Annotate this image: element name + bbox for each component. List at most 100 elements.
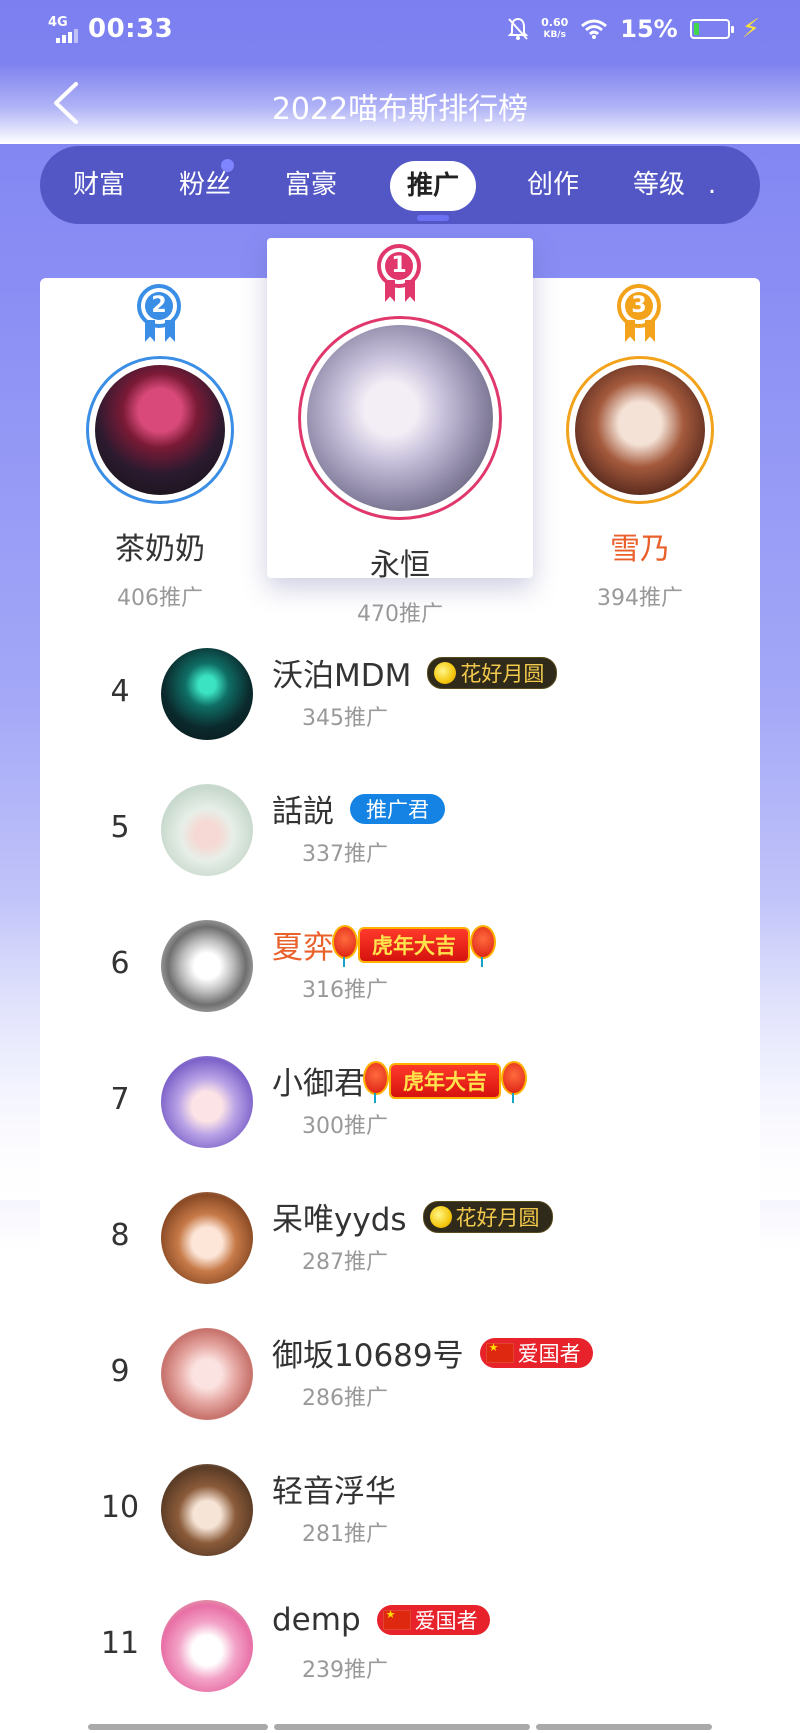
user-name[interactable]: 話説 推广君 [272,786,445,831]
user-score: 316推广 [302,978,388,1003]
rank-2-medal-icon: 2 [137,284,183,342]
podium-1-score: 470推广 [357,602,443,627]
list-item[interactable]: 6 夏弈 虎年大吉 316推广 [0,908,800,1044]
list-item[interactable]: 9 御坂10689号 爱国者 286推广 [0,1316,800,1452]
user-name-text: 小御君 [272,1066,365,1102]
user-name-text: 轻音浮华 [272,1474,396,1510]
network-speed: 0.60 KB/s [541,16,569,41]
rank-number: 11 [100,1626,140,1661]
app-header: 2022喵布斯排行榜 [0,62,800,144]
tab-wealth[interactable]: 财富 [54,146,144,224]
rank-number: 10 [100,1490,140,1525]
network-type: 4G [48,15,68,30]
user-name[interactable]: 夏弈 虎年大吉 [272,922,496,967]
list-item[interactable]: 7 小御君 虎年大吉 300推广 [0,1044,800,1180]
battery-fill [693,23,699,35]
scrollbar-segment [536,1724,712,1730]
tab-level[interactable]: 等级 [614,146,704,224]
tab-promotion[interactable]: 推广 [390,161,476,221]
badge-text: 花好月圆 [460,661,545,686]
tab-fans[interactable]: 粉丝 [160,146,250,224]
rank-number: 4 [110,674,130,709]
badge-text: 虎年大吉 [403,1069,487,1094]
user-name[interactable]: demp 爱国者 [272,1602,490,1638]
wifi-icon [581,19,608,39]
rank-number: 8 [110,1218,130,1253]
lightning-icon: ⚡ [741,14,760,44]
user-name[interactable]: 小御君 虎年大吉 [272,1058,527,1103]
lantern-icon [501,1060,527,1103]
badge-text: 爱国者 [414,1609,478,1633]
rank-number: 5 [110,810,130,845]
scrollbar[interactable] [88,1724,712,1730]
avatar[interactable] [161,1192,253,1284]
tab-creation[interactable]: 创作 [508,146,598,224]
battery-percent: 15% [620,15,678,43]
lantern-icon [332,924,358,967]
rank-number: 6 [110,946,130,981]
podium-2-score: 406推广 [117,586,203,611]
list-item[interactable]: 4 沃泊MDM 花好月圆 345推广 [0,636,800,772]
status-bar: 4G 00:33 0.60 KB/s 15% ⚡ [0,0,800,62]
badge-text: 虎年大吉 [372,933,456,958]
podium-1-name[interactable]: 永恒 [300,540,500,584]
rank-3-medal-icon: 3 [617,284,663,342]
avatar[interactable] [161,1056,253,1148]
user-badge: 推广君 [350,793,445,824]
user-badge: 爱国者 [479,1337,593,1368]
user-score: 239推广 [302,1658,388,1683]
user-badge: 虎年大吉 [332,924,496,967]
avatar[interactable] [161,920,253,1012]
tab-rich[interactable]: 富豪 [266,146,356,224]
badge-text: 爱国者 [517,1341,581,1366]
tab-more[interactable]: . [692,146,732,224]
coin-icon [434,661,457,684]
notification-dot [221,159,234,172]
podium-2-avatar[interactable] [86,356,234,504]
avatar[interactable] [161,784,253,876]
podium-2-name[interactable]: 茶奶奶 [80,524,240,568]
avatar[interactable] [161,1600,253,1692]
battery-icon [689,19,734,39]
podium-3-name[interactable]: 雪乃 [560,524,720,568]
lantern-icon [470,924,496,967]
user-score: 300推广 [302,1114,388,1139]
list-item[interactable]: 11 demp 爱国者 239推广 [0,1588,800,1724]
bell-off-icon [507,17,529,40]
china-flag-icon [485,1341,514,1363]
user-score: 345推广 [302,706,388,731]
user-name[interactable]: 沃泊MDM 花好月圆 [272,650,558,695]
user-score: 287推广 [302,1250,388,1275]
user-name-text: demp [272,1602,361,1638]
user-name-text: 沃泊MDM [272,658,412,694]
user-badge: 花好月圆 [422,1200,553,1233]
tab-fans-label: 粉丝 [178,170,231,200]
avatar[interactable] [161,1328,253,1420]
cellular-signal-icon: 4G [48,15,78,43]
avatar[interactable] [161,648,253,740]
podium-3-score: 394推广 [597,586,683,611]
user-badge: 花好月圆 [427,656,558,689]
user-name[interactable]: 轻音浮华 [272,1466,396,1511]
user-name-text: 御坂10689号 [272,1338,464,1374]
user-name-text: 話説 [272,794,334,830]
scrollbar-segment [88,1724,268,1730]
user-score: 337推广 [302,842,388,867]
user-name-text: 呆唯yyds [272,1202,407,1238]
podium-1-avatar[interactable] [298,316,502,520]
user-score: 286推广 [302,1386,388,1411]
badge-text: 花好月圆 [455,1205,540,1230]
user-badge: 虎年大吉 [363,1060,527,1103]
list-item[interactable]: 10 轻音浮华 281推广 [0,1452,800,1588]
avatar[interactable] [161,1464,253,1556]
lantern-icon [363,1060,389,1103]
clock: 00:33 [88,14,174,44]
podium-3-avatar[interactable] [566,356,714,504]
scrollbar-segment [274,1724,530,1730]
list-item[interactable]: 5 話説 推广君 337推广 [0,772,800,908]
page-title: 2022喵布斯排行榜 [271,92,529,127]
user-name[interactable]: 呆唯yyds 花好月圆 [272,1194,553,1239]
rank-1-medal-icon: 1 [377,244,423,302]
list-item[interactable]: 8 呆唯yyds 花好月圆 287推广 [0,1180,800,1316]
user-name[interactable]: 御坂10689号 爱国者 [272,1330,593,1375]
